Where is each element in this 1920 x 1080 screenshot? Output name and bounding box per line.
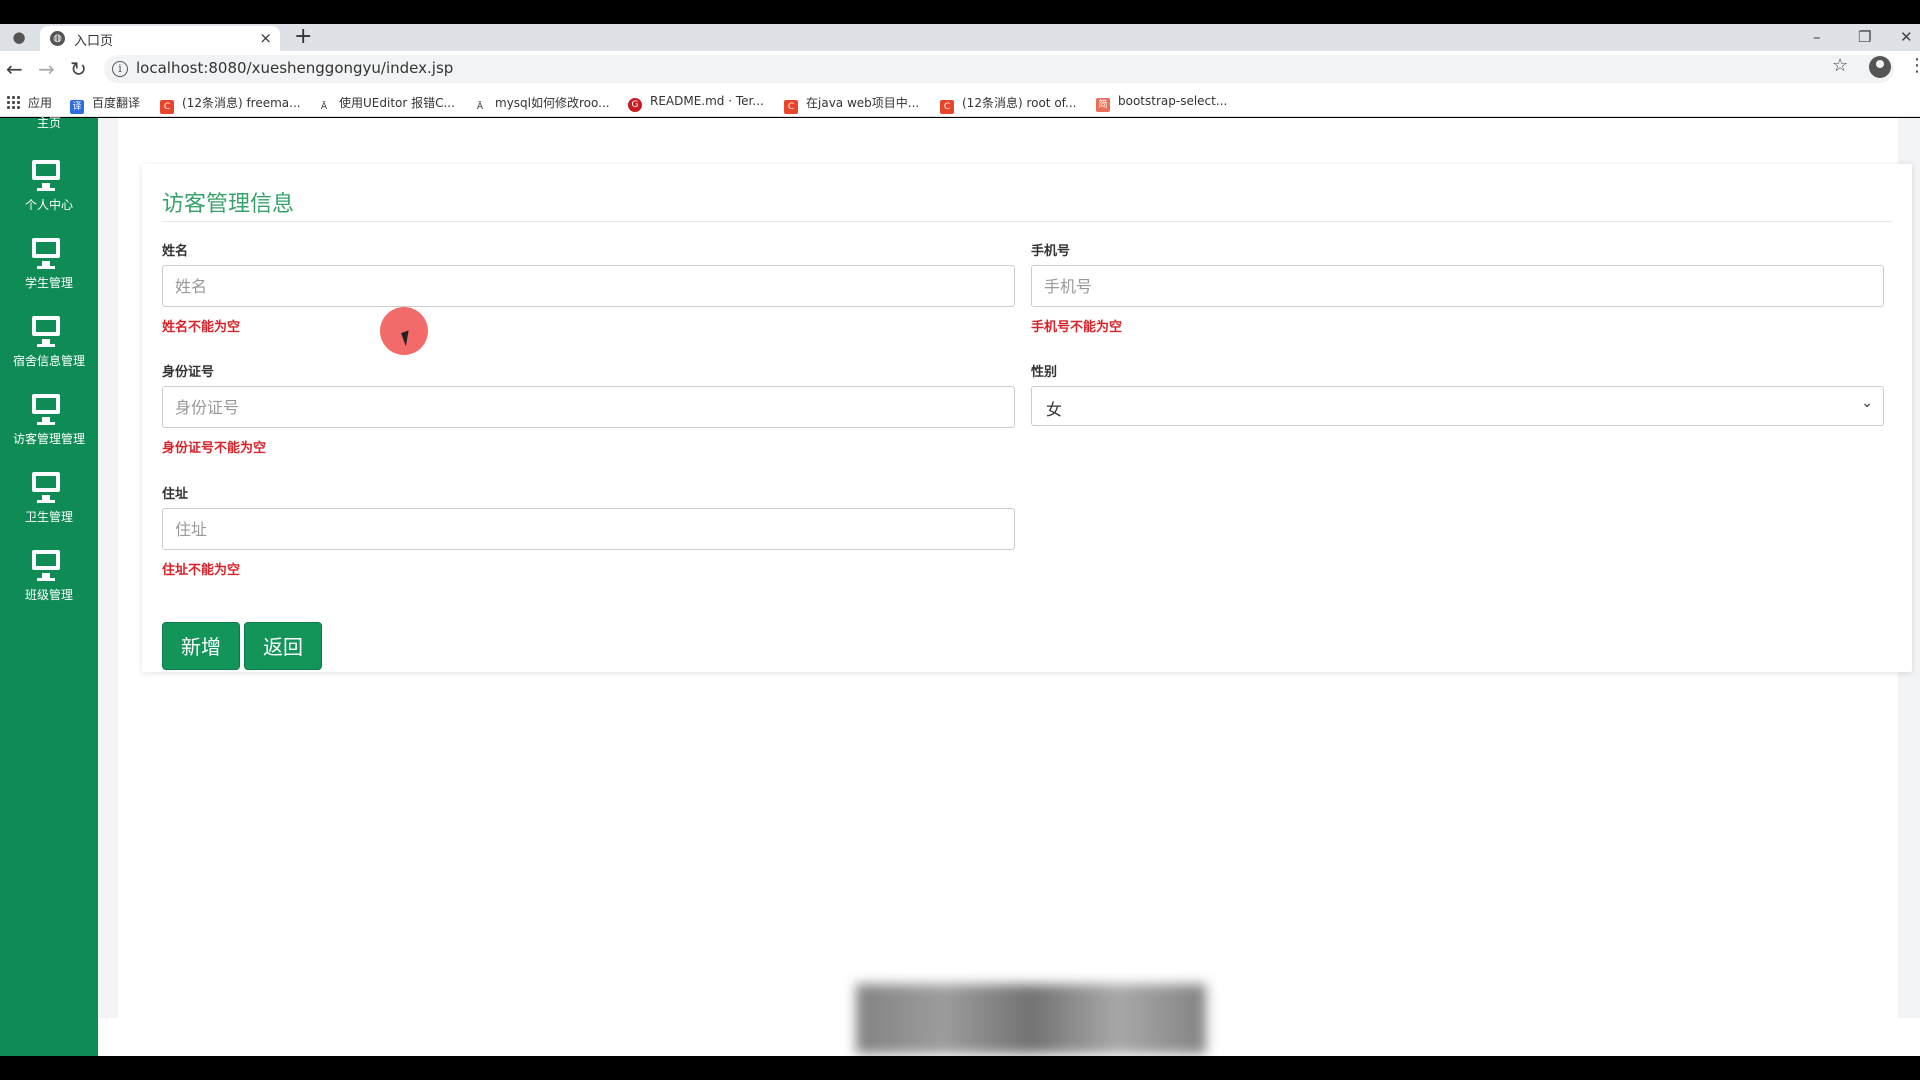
bookmark-star-icon[interactable]: ☆ xyxy=(1832,55,1848,76)
apple-icon: ● xyxy=(12,28,26,46)
browser-tab-strip: ● ◍ 入口页 × + – ❐ ✕ xyxy=(0,24,1920,51)
bookmarks-bar: 应用 译百度翻译 C (12条消息) freema... Ā 使用UEditor 报… xyxy=(0,87,1920,117)
csdn-icon: C xyxy=(160,100,174,114)
address-bar-row: ← → ↻ i localhost:8080/xueshenggongyu/in… xyxy=(0,51,1920,87)
name-input[interactable] xyxy=(162,265,1015,307)
add-button[interactable]: 新增 xyxy=(162,622,240,670)
bookmark-item[interactable]: Ā 使用UEditor 报错C... xyxy=(317,94,455,114)
monitor-icon xyxy=(32,394,60,425)
csdn-icon: C xyxy=(784,100,798,114)
phone-error: 手机号不能为空 xyxy=(1031,320,1123,335)
name-error: 姓名不能为空 xyxy=(162,320,241,335)
monitor-icon xyxy=(32,550,60,581)
sidebar-item-hygiene[interactable]: 卫生管理 xyxy=(0,462,98,540)
screen-bottom-bar xyxy=(0,1056,1920,1080)
page-title: 访客管理信息 xyxy=(162,192,295,217)
minimize-button[interactable]: – xyxy=(1813,24,1821,50)
window-close-button[interactable]: ✕ xyxy=(1900,24,1913,50)
new-tab-button[interactable]: + xyxy=(294,24,312,50)
tab-close-icon[interactable]: × xyxy=(259,29,272,47)
sidebar-item-label: 宿舍信息管理 xyxy=(12,354,85,368)
globe-icon: ◍ xyxy=(50,31,65,46)
monitor-icon xyxy=(32,316,60,347)
info-icon[interactable]: i xyxy=(112,61,128,77)
tab-title: 入口页 xyxy=(74,34,114,49)
gender-selected-value: 女 xyxy=(1046,400,1063,419)
back-arrow-icon[interactable]: ← xyxy=(6,57,23,81)
sidebar-item-label: 卫生管理 xyxy=(24,510,73,524)
chevron-down-icon: ⌄ xyxy=(1861,395,1873,411)
blurred-watermark xyxy=(856,984,1206,1054)
sidebar-item-students[interactable]: 学生管理 xyxy=(0,228,98,306)
gender-label: 性别 xyxy=(1031,365,1058,380)
bookmark-item[interactable]: C 在java web项目中... xyxy=(784,94,919,114)
bookmark-item[interactable]: G README.md · Ter... xyxy=(628,94,764,112)
monitor-icon xyxy=(32,472,60,503)
sidebar: 主页 个人中心 学生管理 宿舍信息管理 访客管理管理 卫生管理 班级管理 xyxy=(0,116,98,1056)
title-divider xyxy=(162,221,1892,222)
phone-label: 手机号 xyxy=(1031,244,1071,259)
bookmark-apps[interactable]: 应用 xyxy=(6,94,52,111)
bookmark-item[interactable]: C (12条消息) root of... xyxy=(940,94,1076,114)
a-icon: Ā xyxy=(320,102,328,112)
sidebar-item-classes[interactable]: 班级管理 xyxy=(0,540,98,618)
jianshu-icon: 简 xyxy=(1096,98,1110,112)
sidebar-item-label: 班级管理 xyxy=(24,588,73,602)
gitee-icon: G xyxy=(628,98,642,112)
sidebar-item-label: 访客管理管理 xyxy=(12,432,85,446)
translate-icon: 译 xyxy=(70,100,84,114)
visitor-form-card: 访客管理信息 姓名 姓名不能为空 手机号 手机号不能为空 身份证号 身份证号不能… xyxy=(142,164,1912,672)
name-label: 姓名 xyxy=(162,244,189,259)
screen-top-bar xyxy=(0,0,1920,24)
address-label: 住址 xyxy=(162,487,189,502)
page-viewport: 主页 个人中心 学生管理 宿舍信息管理 访客管理管理 卫生管理 班级管理 访客管… xyxy=(0,116,1920,1056)
restore-button[interactable]: ❐ xyxy=(1858,24,1871,50)
csdn-icon: C xyxy=(940,100,954,114)
content-background: 访客管理信息 姓名 姓名不能为空 手机号 手机号不能为空 身份证号 身份证号不能… xyxy=(98,118,1920,1018)
content-panel: 访客管理信息 姓名 姓名不能为空 手机号 手机号不能为空 身份证号 身份证号不能… xyxy=(118,118,1912,1018)
bookmark-item[interactable]: C (12条消息) freema... xyxy=(160,94,301,114)
sidebar-item-home-partial[interactable]: 主页 xyxy=(0,114,98,131)
monitor-icon xyxy=(32,238,60,269)
sidebar-item-label: 学生管理 xyxy=(24,276,73,290)
bookmark-item[interactable]: 译百度翻译 xyxy=(70,94,140,114)
browser-tab[interactable]: ◍ 入口页 × xyxy=(40,26,280,51)
forward-arrow-icon[interactable]: → xyxy=(38,57,55,81)
apps-grid-icon xyxy=(6,95,20,109)
omnibox[interactable]: i localhost:8080/xueshenggongyu/index.js… xyxy=(104,55,1894,83)
address-input[interactable] xyxy=(162,508,1015,550)
reload-icon[interactable]: ↻ xyxy=(70,57,87,81)
sidebar-item-visitors[interactable]: 访客管理管理 xyxy=(0,384,98,462)
a-icon: Ā xyxy=(476,102,484,112)
browser-menu-icon[interactable]: ⋮ xyxy=(1908,55,1920,76)
sidebar-item-profile[interactable]: 个人中心 xyxy=(0,150,98,228)
url-text[interactable]: localhost:8080/xueshenggongyu/index.jsp xyxy=(136,59,453,77)
gender-select[interactable]: 女 ⌄ xyxy=(1031,386,1884,426)
sidebar-item-label: 个人中心 xyxy=(24,198,73,212)
profile-avatar-icon[interactable] xyxy=(1869,56,1891,78)
address-error: 住址不能为空 xyxy=(162,563,241,578)
id-number-input[interactable] xyxy=(162,386,1015,428)
id-number-error: 身份证号不能为空 xyxy=(162,441,267,456)
phone-input[interactable] xyxy=(1031,265,1884,307)
back-button[interactable]: 返回 xyxy=(244,622,322,670)
id-number-label: 身份证号 xyxy=(162,365,215,380)
sidebar-item-dorms[interactable]: 宿舍信息管理 xyxy=(0,306,98,384)
monitor-icon xyxy=(32,160,60,191)
bookmark-item[interactable]: 简 bootstrap-select... xyxy=(1096,94,1227,112)
bookmark-item[interactable]: Āmysql如何修改roo... xyxy=(473,94,610,114)
